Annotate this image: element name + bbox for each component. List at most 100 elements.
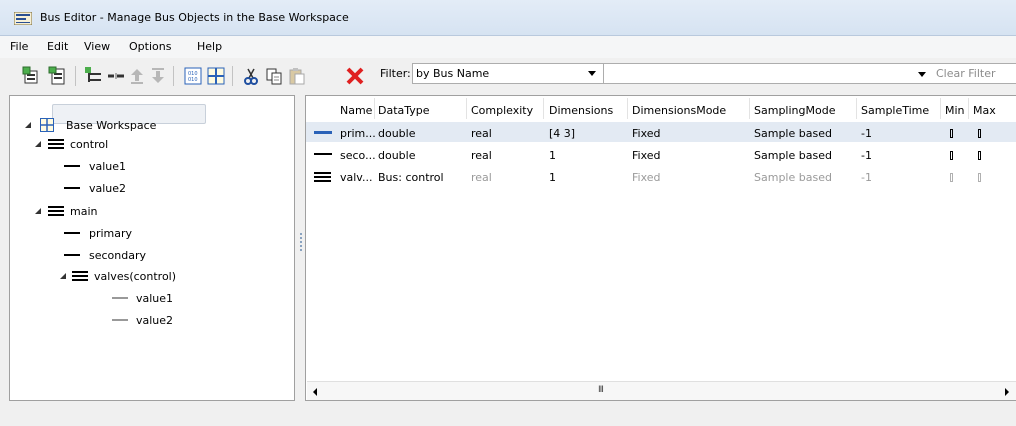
expand-arrow-icon[interactable] — [35, 141, 41, 147]
cell-dimensions[interactable]: 1 — [549, 149, 556, 162]
scrollbar-grip: III — [598, 385, 604, 395]
tree-item-base-workspace[interactable]: Base Workspace — [9, 116, 289, 136]
cell-min[interactable] — [950, 129, 953, 138]
tree-item-label: control — [70, 138, 109, 151]
remove-element-icon[interactable] — [106, 66, 126, 86]
cell-sampletime[interactable]: -1 — [861, 127, 872, 140]
column-divider[interactable] — [466, 98, 467, 119]
move-down-icon[interactable] — [148, 66, 168, 86]
toolbar-separator — [173, 66, 174, 86]
tree-item-label: value2 — [136, 314, 174, 327]
cell-dimensions[interactable]: 1 — [549, 171, 556, 184]
horizontal-scrollbar[interactable]: III — [307, 381, 1016, 400]
menu-view[interactable]: View — [84, 40, 110, 53]
tree-item-value2[interactable]: value2 — [9, 179, 289, 199]
scroll-left-arrow-icon[interactable] — [313, 388, 317, 396]
signal-icon — [314, 153, 332, 155]
column-header-complexity[interactable]: Complexity — [471, 104, 533, 117]
window-title: Bus Editor - Manage Bus Objects in the B… — [40, 11, 349, 24]
cell-sampletime: -1 — [861, 171, 872, 184]
filter-mode-dropdown[interactable]: by Bus Name — [412, 63, 604, 84]
clear-filter-button[interactable]: Clear Filter — [936, 67, 996, 80]
add-bus-element-icon[interactable] — [48, 66, 68, 86]
cell-min[interactable] — [950, 151, 953, 160]
signal-icon — [112, 297, 128, 299]
filter-mode-value: by Bus Name — [416, 67, 490, 80]
cell-datatype[interactable]: Bus: control — [378, 171, 444, 184]
expand-arrow-icon[interactable] — [25, 122, 31, 128]
copy-icon[interactable] — [264, 66, 284, 86]
tree-item-valves-value2[interactable]: value2 — [9, 311, 289, 331]
column-header-max[interactable]: Max — [973, 104, 996, 117]
signal-icon — [112, 319, 128, 321]
column-divider[interactable] — [749, 98, 750, 119]
insert-element-icon[interactable] — [84, 66, 104, 86]
column-header-sampletime[interactable]: SampleTime — [861, 104, 929, 117]
menu-options[interactable]: Options — [129, 40, 171, 53]
expand-arrow-icon[interactable] — [35, 208, 41, 214]
cell-complexity[interactable]: real — [471, 127, 492, 140]
paste-icon[interactable] — [287, 66, 307, 86]
cell-complexity[interactable]: real — [471, 149, 492, 162]
cell-name[interactable]: valv... — [340, 171, 372, 184]
column-divider[interactable] — [627, 98, 628, 119]
splitter-grip — [300, 249, 302, 251]
cell-name[interactable]: prim... — [340, 127, 376, 140]
tree-item-secondary[interactable]: secondary — [9, 246, 289, 266]
column-header-min[interactable]: Min — [945, 104, 965, 117]
cell-name[interactable]: seco... — [340, 149, 376, 162]
column-header-datatype[interactable]: DataType — [378, 104, 430, 117]
cell-datatype[interactable]: double — [378, 149, 416, 162]
tree-item-label: secondary — [89, 249, 147, 262]
menu-file[interactable]: File — [10, 40, 28, 53]
tree-item-primary[interactable]: primary — [9, 224, 289, 244]
column-header-dimensionsmode[interactable]: DimensionsMode — [632, 104, 726, 117]
move-up-icon[interactable] — [127, 66, 147, 86]
menu-bar: File Edit View Options Help — [0, 36, 1016, 58]
cell-dimensionsmode[interactable]: Fixed — [632, 149, 661, 162]
menu-help[interactable]: Help — [197, 40, 222, 53]
chevron-down-icon — [588, 71, 596, 76]
column-header-samplingmode[interactable]: SamplingMode — [754, 104, 835, 117]
cut-icon[interactable] — [241, 66, 261, 86]
tree-item-valves[interactable]: valves(control) — [9, 267, 289, 287]
column-divider[interactable] — [374, 98, 375, 119]
bus-grid-icon[interactable] — [206, 66, 226, 86]
cell-max[interactable] — [978, 151, 981, 160]
column-divider[interactable] — [940, 98, 941, 119]
status-bar — [0, 402, 1016, 426]
cell-samplingmode[interactable]: Sample based — [754, 127, 832, 140]
pane-splitter[interactable] — [297, 95, 305, 401]
menu-edit[interactable]: Edit — [47, 40, 68, 53]
cell-dimensions[interactable]: [4 3] — [549, 127, 575, 140]
chevron-down-icon[interactable] — [918, 72, 926, 77]
toolbar-separator — [232, 66, 233, 86]
tree-item-valves-value1[interactable]: value1 — [9, 289, 289, 309]
cell-complexity: real — [471, 171, 492, 184]
tree-item-main[interactable]: main — [9, 202, 289, 222]
scrollbar-thumb[interactable] — [325, 384, 885, 398]
tree-item-control[interactable]: control — [9, 135, 289, 155]
column-header-dimensions[interactable]: Dimensions — [549, 104, 613, 117]
workspace-icon — [40, 118, 54, 132]
cell-samplingmode[interactable]: Sample based — [754, 149, 832, 162]
cell-datatype[interactable]: double — [378, 127, 416, 140]
tree-item-label: value1 — [89, 160, 127, 173]
column-divider[interactable] — [543, 98, 544, 119]
cell-max[interactable] — [978, 129, 981, 138]
column-divider[interactable] — [856, 98, 857, 119]
tree-item-value1[interactable]: value1 — [9, 157, 289, 177]
bus-elements-table: Name DataType Complexity Dimensions Dime… — [305, 95, 1016, 401]
column-divider[interactable] — [968, 98, 969, 119]
add-bus-icon[interactable] — [22, 66, 42, 86]
scroll-right-arrow-icon[interactable] — [1005, 388, 1009, 396]
delete-icon[interactable] — [345, 66, 365, 86]
create-bus-object-icon[interactable]: 010 010 — [183, 66, 203, 86]
filter-text-input[interactable]: Clear Filter — [603, 63, 1016, 84]
tree-item-label: main — [70, 205, 98, 218]
expand-arrow-icon[interactable] — [60, 273, 66, 279]
column-header-name[interactable]: Name — [340, 104, 372, 117]
tree-item-label: value1 — [136, 292, 174, 305]
cell-sampletime[interactable]: -1 — [861, 149, 872, 162]
cell-dimensionsmode[interactable]: Fixed — [632, 127, 661, 140]
